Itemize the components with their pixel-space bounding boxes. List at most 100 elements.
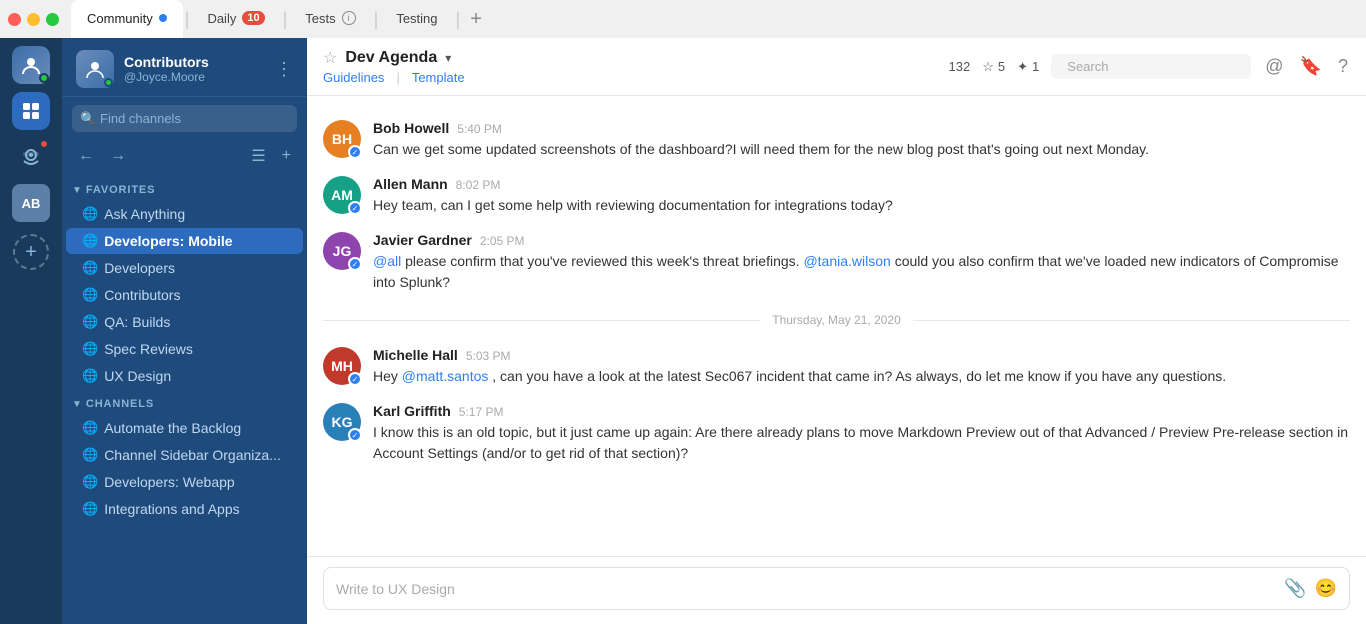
tab-tests-label: Tests (305, 11, 335, 26)
online-indicator (39, 73, 49, 83)
channel-chevron-icon[interactable]: ▾ (445, 51, 451, 65)
verified-icon: ✓ (348, 372, 362, 386)
attachment-icon[interactable]: 📎 (1284, 578, 1306, 599)
chat-area: ☆ Dev Agenda ▾ Guidelines | Template 132… (307, 38, 1366, 624)
channel-links: Guidelines | Template (323, 70, 937, 85)
sidebar-item-developers[interactable]: 🌐 Developers (66, 255, 303, 281)
sidebar-item-contributors[interactable]: 🌐 Contributors (66, 282, 303, 308)
reactions-stat: ☆ 5 (982, 59, 1005, 75)
tab-community-label: Community (87, 11, 153, 26)
pins-stat: ✦ 1 (1017, 59, 1039, 75)
nav-compose-button[interactable]: + (276, 143, 297, 169)
channel-label: UX Design (104, 368, 171, 384)
message-text: Hey @matt.santos , can you have a look a… (373, 366, 1350, 387)
table-row: MH ✓ Michelle Hall 5:03 PM Hey @matt.san… (323, 339, 1350, 395)
sidebar-item-developers-webapp[interactable]: 🌐 Developers: Webapp (66, 469, 303, 495)
main-content: AB + Contributors @Joyc (0, 38, 1366, 624)
star-icon[interactable]: ☆ (323, 48, 337, 68)
sidebar-search-input[interactable] (72, 105, 297, 132)
message-header: Bob Howell 5:40 PM (373, 120, 1350, 136)
channel-label: Integrations and Apps (104, 501, 239, 517)
channel-label: Contributors (104, 287, 180, 303)
rail-home-icon[interactable] (12, 92, 50, 130)
rail-ab-avatar[interactable]: AB (12, 184, 50, 222)
nav-forward-button[interactable]: → (104, 143, 132, 169)
nav-back-button[interactable]: ← (72, 143, 100, 169)
message-author: Karl Griffith (373, 403, 451, 419)
unread-indicator (39, 139, 49, 149)
avatar: MH ✓ (323, 347, 361, 385)
help-button[interactable]: ? (1336, 54, 1350, 79)
favorites-section-header[interactable]: ▼ FAVORITES (62, 176, 307, 200)
reactions-icon: ☆ (982, 59, 994, 75)
verified-icon: ✓ (348, 428, 362, 442)
sidebar-item-automate-backlog[interactable]: 🌐 Automate the Backlog (66, 415, 303, 441)
chat-search-input[interactable] (1067, 59, 1243, 74)
workspace-username: @Joyce.Moore (124, 70, 209, 84)
channels-section-header[interactable]: ▼ CHANNELS (62, 390, 307, 414)
add-workspace-button[interactable]: + (13, 234, 49, 270)
message-header: Michelle Hall 5:03 PM (373, 347, 1350, 363)
sidebar-item-qa-builds[interactable]: 🌐 QA: Builds (66, 309, 303, 335)
message-author: Allen Mann (373, 176, 448, 192)
sidebar-item-spec-reviews[interactable]: 🌐 Spec Reviews (66, 336, 303, 362)
tab-testing[interactable]: Testing (380, 0, 453, 38)
globe-icon: 🌐 (82, 287, 98, 303)
at-mention-button[interactable]: @ (1263, 54, 1285, 79)
tab-testing-label: Testing (396, 11, 437, 26)
globe-icon: 🌐 (82, 341, 98, 357)
favorites-label: FAVORITES (86, 184, 155, 196)
message-time: 5:03 PM (466, 349, 511, 363)
message-body: Karl Griffith 5:17 PM I know this is an … (373, 403, 1350, 464)
sidebar-item-ux-design[interactable]: 🌐 UX Design (66, 363, 303, 389)
message-author: Michelle Hall (373, 347, 458, 363)
tab-community[interactable]: Community (71, 0, 183, 38)
bookmark-button[interactable]: 🔖 (1298, 54, 1324, 79)
pin-icon: ✦ (1017, 59, 1028, 75)
tab-tests[interactable]: Tests i (289, 0, 371, 38)
workspace-text: Contributors @Joyce.Moore (124, 54, 209, 84)
maximize-button[interactable] (46, 13, 59, 26)
rail-incognito-icon[interactable] (12, 138, 50, 176)
sidebar-header: Contributors @Joyce.Moore ⋮ (62, 38, 307, 97)
info-icon: i (342, 11, 356, 25)
message-body: Javier Gardner 2:05 PM @all please confi… (373, 232, 1350, 293)
icon-rail: AB + (0, 38, 62, 624)
globe-icon: 🌐 (82, 368, 98, 384)
date-line-right (913, 320, 1350, 321)
avatar: KG ✓ (323, 403, 361, 441)
sidebar: Contributors @Joyce.Moore ⋮ 🔍 ← → ☰ + (62, 38, 307, 624)
channel-label: QA: Builds (104, 314, 170, 330)
workspace-avatar-rail[interactable] (12, 46, 50, 84)
sidebar-item-channel-sidebar[interactable]: 🌐 Channel Sidebar Organiza... (66, 442, 303, 468)
channel-title-area: ☆ Dev Agenda ▾ Guidelines | Template (323, 48, 937, 85)
message-text: Hey team, can I get some help with revie… (373, 195, 1350, 216)
tab-daily[interactable]: Daily 10 (191, 0, 280, 38)
message-text: Can we get some updated screenshots of t… (373, 139, 1350, 160)
minimize-button[interactable] (27, 13, 40, 26)
close-button[interactable] (8, 13, 21, 26)
mention-matt-santos[interactable]: @matt.santos (402, 368, 489, 384)
sidebar-more-button[interactable]: ⋮ (275, 59, 293, 80)
workspace-avatar[interactable] (76, 50, 114, 88)
message-time: 8:02 PM (456, 178, 501, 192)
mention-all[interactable]: @all (373, 253, 401, 269)
message-count-stat: 132 (949, 59, 971, 74)
channel-label: Channel Sidebar Organiza... (104, 447, 281, 463)
channel-label: Developers: Mobile (104, 233, 232, 249)
message-input[interactable] (336, 581, 1276, 597)
sidebar-item-integrations-apps[interactable]: 🌐 Integrations and Apps (66, 496, 303, 522)
sidebar-item-ask-anything[interactable]: 🌐 Ask Anything (66, 201, 303, 227)
header-actions: 132 ☆ 5 ✦ 1 @ 🔖 (949, 54, 1350, 79)
message-count: 132 (949, 59, 971, 74)
globe-icon: 🌐 (82, 474, 98, 490)
template-link[interactable]: Template (412, 70, 465, 85)
mention-tania-wilson[interactable]: @tania.wilson (803, 253, 890, 269)
guidelines-link[interactable]: Guidelines (323, 70, 384, 85)
emoji-icon[interactable]: 😊 (1315, 578, 1337, 599)
nav-filter-button[interactable]: ☰ (245, 142, 271, 170)
add-tab-button[interactable]: + (462, 8, 490, 31)
tab-community-dot (159, 14, 167, 22)
pins-count: 1 (1032, 59, 1039, 74)
sidebar-item-developers-mobile[interactable]: 🌐 Developers: Mobile (66, 228, 303, 254)
